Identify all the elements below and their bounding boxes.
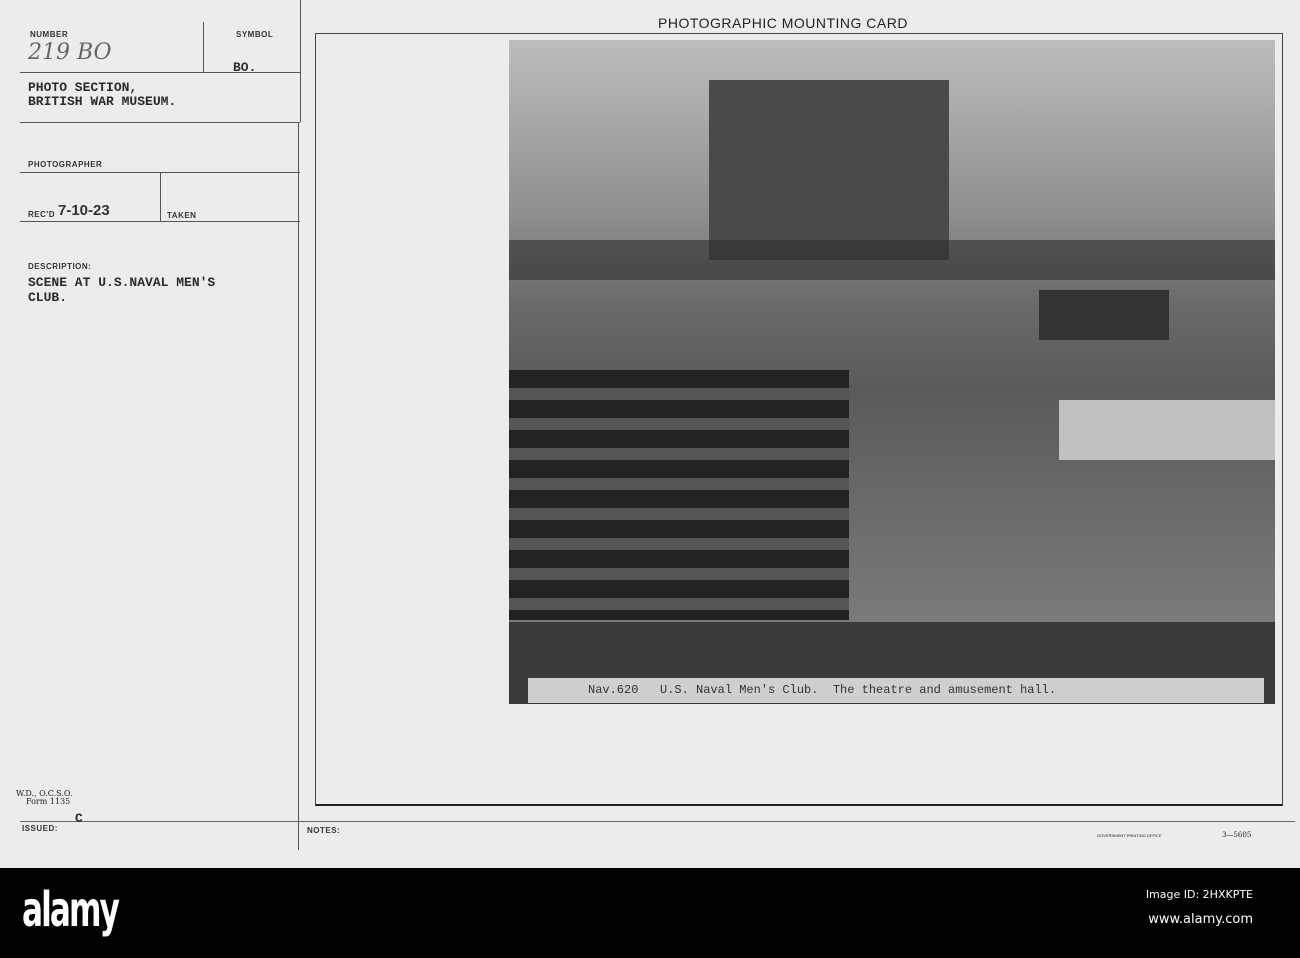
alamy-url: www.alamy.com bbox=[1148, 912, 1253, 927]
watermark-bar: alamy Image ID: 2HXKPTE www.alamy.com bbox=[0, 868, 1300, 958]
photograph bbox=[509, 40, 1275, 622]
taken-label: TAKEN bbox=[167, 211, 197, 220]
number-label: NUMBER bbox=[30, 30, 69, 39]
card-title: PHOTOGRAPHIC MOUNTING CARD bbox=[658, 15, 908, 31]
notes-label: NOTES: bbox=[307, 826, 341, 835]
benches-with-sailors bbox=[509, 370, 849, 620]
alamy-logo: alamy bbox=[22, 882, 120, 938]
recd-value: 7-10-23 bbox=[58, 202, 110, 219]
form-line-2: Form 1135 bbox=[26, 797, 71, 806]
billiard-table bbox=[1039, 290, 1169, 340]
description-line-2: CLUB. bbox=[28, 290, 68, 305]
recd-label: REC'D bbox=[28, 210, 56, 219]
symbol-label: SYMBOL bbox=[236, 30, 274, 39]
printer-label: GOVERNMENT PRINTING OFFICE bbox=[1097, 833, 1162, 838]
number-value: 219 BO bbox=[28, 40, 112, 65]
description-line-1: SCENE AT U.S.NAVAL MEN'S bbox=[28, 275, 216, 290]
printer-code: 3—5605 bbox=[1222, 831, 1252, 839]
description-label: DESCRIPTION: bbox=[28, 262, 92, 271]
mounting-card: NUMBER 219 BO SYMBOL BO. PHOTO SECTION, … bbox=[0, 0, 1300, 868]
source-line-1: PHOTO SECTION, bbox=[28, 80, 138, 95]
photo-caption: Nav.620 U.S. Naval Men's Club. The theat… bbox=[528, 678, 1264, 703]
source-line-2: BRITISH WAR MUSEUM. bbox=[28, 94, 177, 109]
image-id: Image ID: 2HXKPTE bbox=[1145, 888, 1253, 901]
photographer-label: PHOTOGRAPHER bbox=[28, 160, 103, 169]
issued-value: C bbox=[75, 811, 83, 826]
stage-backdrop bbox=[709, 80, 949, 260]
issued-label: ISSUED: bbox=[22, 824, 58, 833]
